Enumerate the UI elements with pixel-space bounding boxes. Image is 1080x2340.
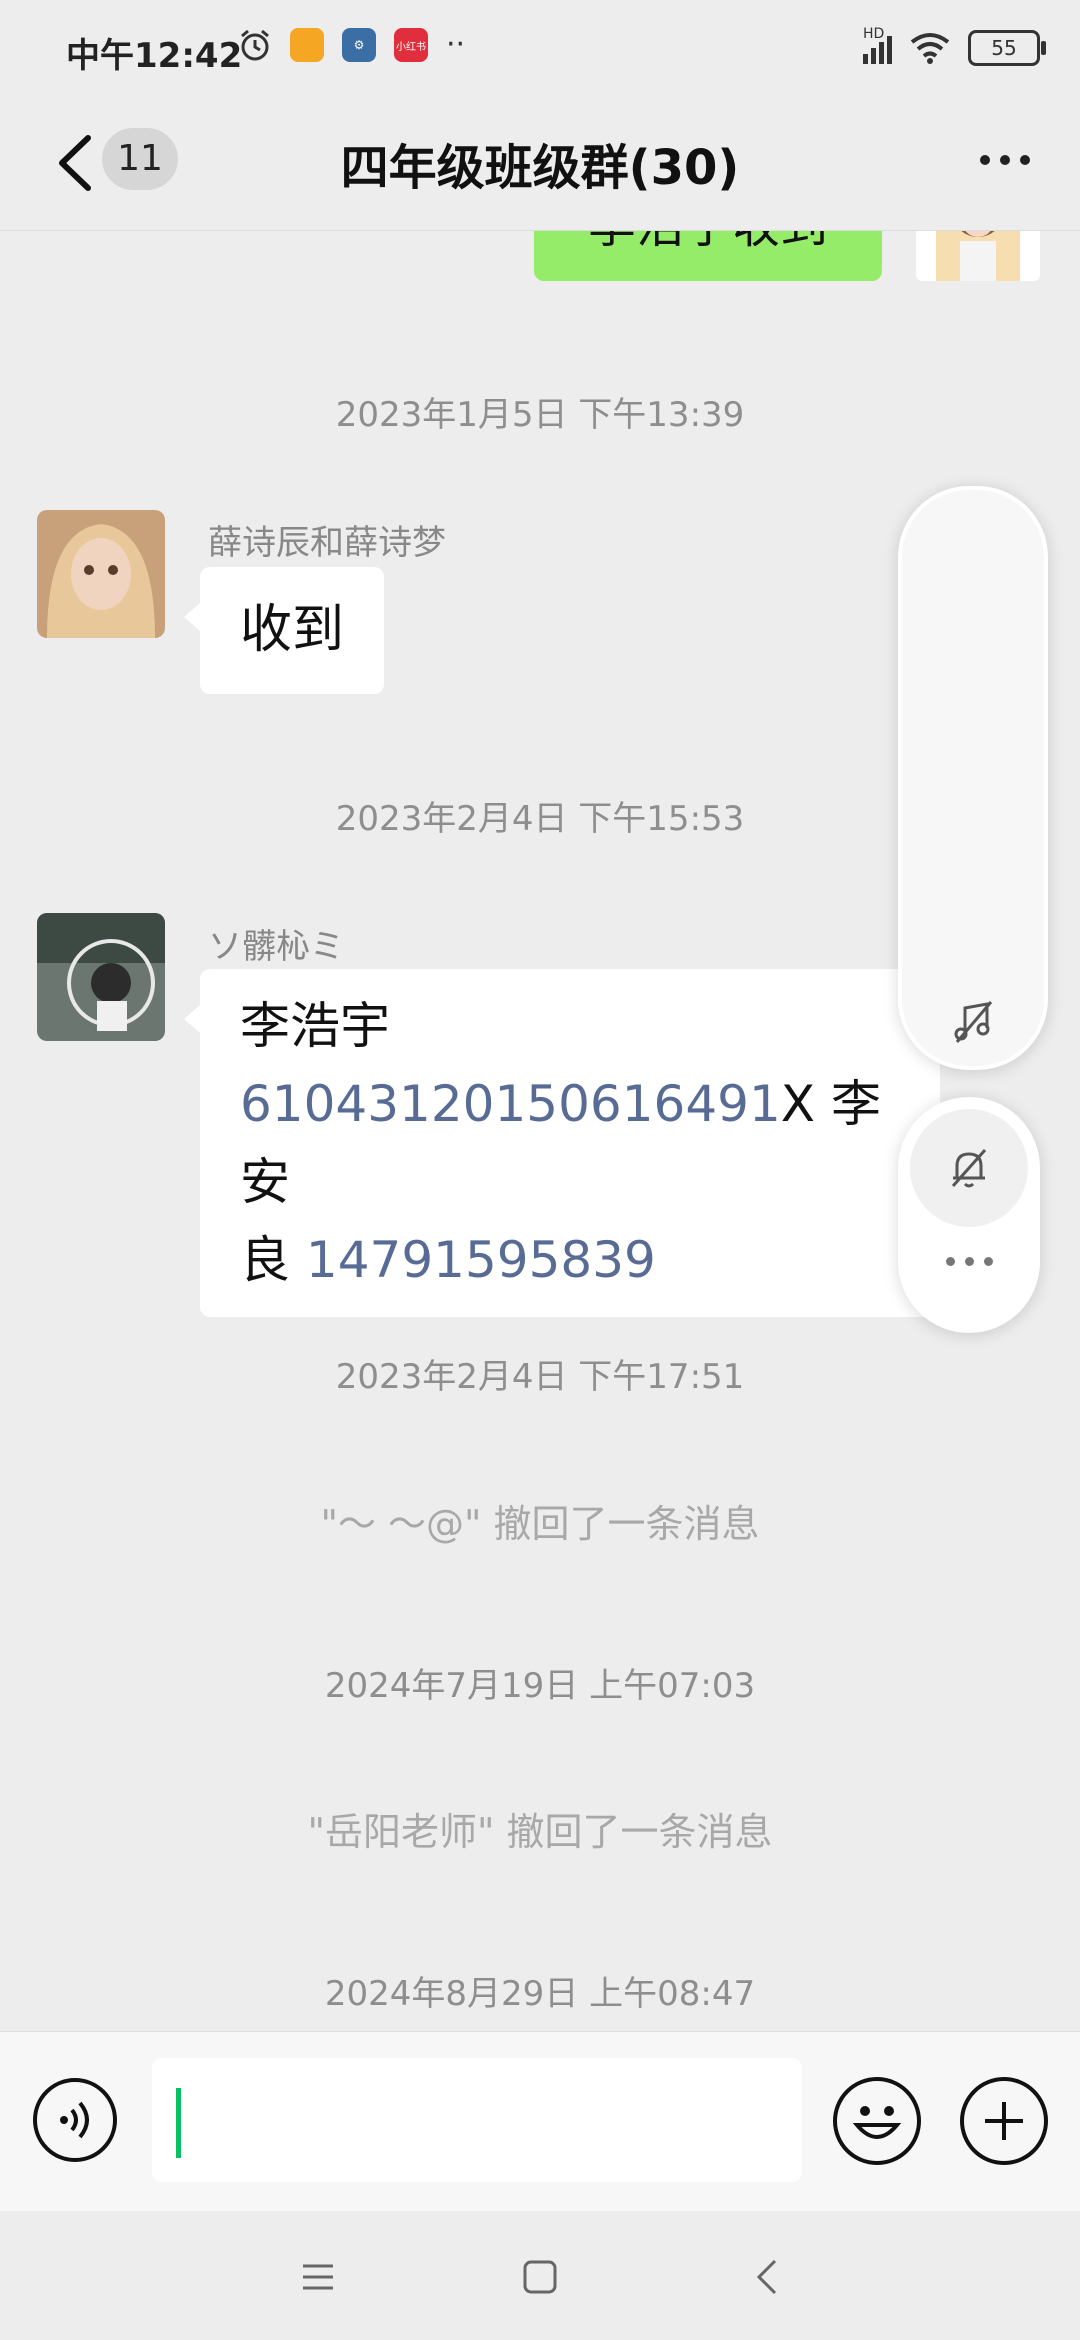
sender-avatar[interactable]	[37, 913, 165, 1041]
sender-name: ソ髒杺ミ	[208, 927, 344, 967]
plus-button[interactable]	[960, 2077, 1048, 2165]
status-time: 中午12:42	[66, 36, 243, 76]
input-bar	[0, 2031, 1080, 2212]
timestamp: 2024年7月19日 上午07:03	[324, 1666, 756, 1706]
status-notification-icons: ⚙ 小红书 ··	[238, 28, 465, 62]
plus-icon	[985, 2102, 1023, 2140]
xhs-label: 小红书	[396, 41, 426, 53]
floating-action-panel[interactable]	[898, 1097, 1040, 1333]
id-number-link[interactable]: 610431201506164​91	[240, 1075, 781, 1133]
timestamp: 2023年1月5日 下午13:39	[335, 395, 745, 435]
sender-avatar[interactable]	[37, 510, 165, 638]
settings-app-icon: ⚙	[342, 28, 376, 62]
back-nav-button[interactable]	[736, 2245, 800, 2309]
self-message-bubble[interactable]: 李浩宇收到	[534, 231, 882, 281]
signal-icon: HD	[863, 26, 892, 64]
voice-icon	[60, 2101, 89, 2139]
sender-name: 薛诗辰和薛诗梦	[208, 523, 446, 563]
more-icon[interactable]	[970, 130, 1040, 190]
back-nav-icon	[756, 2259, 777, 2295]
message-line: 良 14791595839	[240, 1221, 900, 1299]
timestamp: 2024年8月29日 上午08:47	[324, 1974, 756, 2014]
bell-off-icon	[951, 1149, 987, 1188]
more-notifications-icon: ··	[446, 27, 466, 62]
home-icon	[523, 2260, 557, 2294]
self-avatar[interactable]	[916, 231, 1040, 281]
message-bubble[interactable]: 收到	[183, 567, 385, 694]
notes-app-icon	[290, 28, 324, 62]
more-options-icon[interactable]	[898, 1257, 1040, 1266]
message-line: 610431201506164​91X 李安	[240, 1065, 900, 1221]
mute-button[interactable]	[910, 1109, 1028, 1227]
message-line: 李浩宇	[240, 997, 390, 1055]
recall-notice: "岳阳老师" 撤回了一条消息	[307, 1810, 773, 1854]
message-bubble[interactable]: 李浩宇 610431201506164​91X 李安 良 14791595839	[184, 969, 940, 1317]
home-button[interactable]	[508, 2245, 572, 2309]
timestamp: 2023年2月4日 下午17:51	[335, 1357, 745, 1397]
menu-button[interactable]	[286, 2245, 350, 2309]
music-off-icon[interactable]	[949, 998, 997, 1046]
message-input[interactable]	[152, 2058, 802, 2182]
network-type: HD	[863, 26, 885, 42]
alarm-icon	[241, 29, 269, 61]
battery-level: 55	[991, 36, 1017, 60]
voice-button[interactable]	[33, 2078, 117, 2162]
emoji-button[interactable]	[833, 2077, 921, 2165]
chat-header: 11 四年级班级群(30)	[0, 100, 1080, 231]
xiaohongshu-app-icon: 小红书	[394, 28, 428, 62]
status-right: HD 55	[863, 26, 1046, 66]
system-nav-bar	[0, 2211, 1080, 2340]
message-text: 良	[240, 1231, 306, 1289]
wifi-icon	[910, 33, 950, 64]
message-list[interactable]: 李浩宇收到 2023年1月5日 下午13:39 薛诗辰和薛诗梦 收到 2023年…	[0, 231, 1080, 2031]
emoji-icon	[852, 2106, 902, 2139]
battery-icon: 55	[968, 30, 1046, 66]
text-caret	[176, 2088, 181, 2158]
chat-title: 四年级班级群(30)	[340, 140, 740, 196]
recall-notice: "～ ～@" 撤回了一条消息	[320, 1502, 760, 1546]
phone-number-link[interactable]: 14791595839	[306, 1231, 656, 1289]
menu-icon	[303, 2264, 333, 2290]
floating-music-panel[interactable]	[898, 486, 1048, 1070]
status-bar: 中午12:42 ⚙ 小红书 ·· HD 55	[0, 0, 1080, 100]
